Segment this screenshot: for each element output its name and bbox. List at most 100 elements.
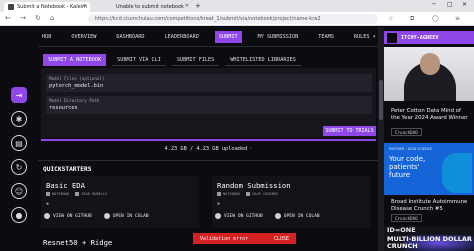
reload-icon[interactable]: ↻ (35, 14, 41, 22)
news-badge: CrunchDAO (391, 214, 422, 222)
card-author: ZEAR HUNELLE (81, 192, 108, 196)
news-badge: CrunchDAO (391, 128, 422, 136)
model-files-field[interactable]: Model Files (optional) pytorch_model.bin (46, 74, 372, 92)
toast-message: Validation error (200, 235, 249, 242)
new-tab-icon[interactable]: + (195, 2, 201, 10)
nav-hub[interactable]: HUB (38, 31, 55, 43)
person-head (420, 53, 440, 75)
home-icon[interactable]: ⌂ (50, 14, 54, 22)
open-in-colab-button[interactable]: OPEN IN COLAB (103, 213, 149, 219)
extensions-icon[interactable]: ⧉ (410, 15, 414, 23)
nav-leaderboard[interactable]: LEADERBOARD (160, 31, 202, 43)
card-meta: NOTEBOOK ZEAR HUNELLE (46, 192, 113, 196)
back-icon[interactable]: ← (5, 14, 11, 22)
user-name: ITCHY-AGNEEV (401, 34, 439, 41)
user-menu[interactable]: ITCHY-AGNEEV (384, 31, 474, 44)
refresh-icon[interactable]: ↻ (11, 159, 27, 175)
notebook-icon (217, 192, 221, 196)
field-label: Model Files (optional) (49, 76, 105, 81)
github-icon (44, 213, 50, 219)
field-value: resources (49, 105, 78, 111)
colab-icon (274, 213, 281, 219)
browser-nav-bar: ← → ↻ ⌂ https://kcd.ctumchulau.com/compe… (0, 12, 474, 26)
address-bar[interactable]: https://kcd.ctumchulau.com/competitions/… (88, 14, 378, 24)
discord-icon[interactable]: ☺ (11, 183, 27, 199)
browser-tab-inactive[interactable]: Unable to submit notebook ✕ (112, 2, 192, 12)
login-icon[interactable]: ⇥ (11, 87, 27, 103)
card-tag: NOTEBOOK (52, 192, 70, 196)
nav-dashboard[interactable]: DASHBOARD (112, 31, 148, 43)
nav-my-submission[interactable]: MY SUBMISSION (254, 31, 303, 43)
left-rail: ⇥ ✱ ▤ ↻ ☺ ● (0, 27, 38, 251)
card-title: Random Submission (217, 181, 291, 190)
banner-kicker: PARTNER · DATA SCIENCE (389, 147, 433, 151)
bookmark-icon[interactable]: ☆ (388, 15, 393, 22)
card-actions: VIEW ON GITHUB OPEN IN COLAB (215, 213, 332, 219)
close-window-icon[interactable]: ✕ (462, 1, 467, 8)
tab-submit-cli[interactable]: SUBMIT VIA CLI (112, 54, 166, 66)
check-icon: ✓ (249, 146, 253, 152)
author-icon (246, 192, 251, 196)
banner-kicker: ID=ONE (387, 226, 416, 234)
view-on-github-button[interactable]: VIEW ON GITHUB (44, 213, 92, 219)
scrollbar-thumb[interactable] (379, 80, 383, 120)
star-icon[interactable]: ✱ (11, 111, 27, 127)
tab-submit-files[interactable]: SUBMIT FILES (171, 54, 220, 66)
card-title: Resnet50 + Ridge (43, 238, 113, 247)
promo-banner[interactable]: ID=ONE MULTI-BILLION DOLLAR CRUNCH (384, 226, 474, 251)
card-title: Basic EDA (46, 181, 85, 190)
browser-tab-bar: Submit a Notebook - Kaleim ✕ Unable to s… (0, 0, 474, 12)
nav-overview[interactable]: OVERVIEW (67, 31, 100, 43)
news-headline[interactable]: Broad Institute Autoimmune Disease Crunc… (391, 199, 471, 213)
colab-label: OPEN IN COLAB (283, 213, 320, 219)
github-label: VIEW ON GITHUB (224, 213, 263, 219)
github-icon[interactable]: ● (11, 207, 27, 223)
browser-tab-title: Unable to submit notebook (116, 4, 184, 10)
favicon-icon (8, 4, 14, 10)
tab-submit-notebook[interactable]: SUBMIT A NOTEBOOK (43, 54, 107, 66)
upload-progress-bar (41, 139, 376, 141)
minimize-icon[interactable]: ─ (432, 1, 436, 8)
banner-text: MULTI-BILLION DOLLAR CRUNCH (387, 235, 472, 250)
promo-banner[interactable]: PARTNER · DATA SCIENCE Your code, patien… (384, 143, 474, 195)
avatar (387, 32, 397, 43)
card-tag: NOTEBOOK (223, 192, 241, 196)
menu-icon[interactable]: ≡ (455, 15, 460, 22)
nav-rules[interactable]: RULES ▾ (350, 31, 380, 43)
error-toast: Validation error CLOSE (193, 233, 296, 244)
card-author: DAVE CODERRS (252, 192, 279, 196)
notebook-icon (46, 192, 50, 196)
toast-close-button[interactable]: CLOSE (274, 236, 289, 242)
banner-text: Your code, patients' future (389, 155, 426, 179)
nav-teams[interactable]: TEAMS (314, 31, 338, 43)
open-in-colab-button[interactable]: OPEN IN COLAB (274, 213, 320, 219)
upload-status-text: 4.23 GB / 4.23 GB uploaded (164, 146, 248, 152)
quickstarter-card[interactable]: Random Submission NOTEBOOK DAVE CODERRS … (212, 176, 370, 228)
nav-submit[interactable]: SUBMIT (214, 31, 242, 43)
news-image[interactable] (384, 47, 474, 101)
forward-icon[interactable]: → (20, 14, 26, 22)
code-icon: ▪ (217, 201, 221, 207)
submit-to-trials-button[interactable]: SUBMIT TO TRIALS (323, 126, 376, 136)
browser-tab-title: Submit a Notebook - Kaleim (17, 4, 87, 10)
news-headline[interactable]: Peter Cotton Data Mind of the Year 2024 … (391, 108, 471, 122)
submit-subtabs: SUBMIT A NOTEBOOK SUBMIT VIA CLI SUBMIT … (43, 54, 307, 66)
colab-label: OPEN IN COLAB (112, 213, 149, 219)
close-tab-icon[interactable]: ✕ (185, 3, 189, 9)
field-label: Model Directory Path (49, 98, 100, 103)
section-divider (38, 160, 378, 161)
book-icon[interactable]: ▤ (11, 135, 27, 151)
profile-icon[interactable]: ◯ (432, 15, 439, 22)
model-directory-field[interactable]: Model Directory Path resources (46, 96, 372, 114)
maximize-icon[interactable]: □ (447, 1, 453, 8)
browser-tab-active[interactable]: Submit a Notebook - Kaleim ✕ (4, 2, 90, 12)
close-tab-icon[interactable]: ✕ (83, 3, 87, 9)
site-nav: HUB OVERVIEW DASHBOARD LEADERBOARD SUBMI… (38, 30, 378, 44)
code-icon: ▪ (46, 201, 50, 207)
github-icon (215, 213, 221, 219)
tab-whitelisted-libraries[interactable]: WHITELISTED LIBRARIES (225, 54, 301, 66)
view-on-github-button[interactable]: VIEW ON GITHUB (215, 213, 263, 219)
banner-graphic (442, 153, 472, 193)
quickstarter-card[interactable]: Basic EDA NOTEBOOK ZEAR HUNELLE ▪ VIEW O… (41, 176, 199, 228)
upload-status: 4.23 GB / 4.23 GB uploaded ✓ (41, 146, 376, 152)
